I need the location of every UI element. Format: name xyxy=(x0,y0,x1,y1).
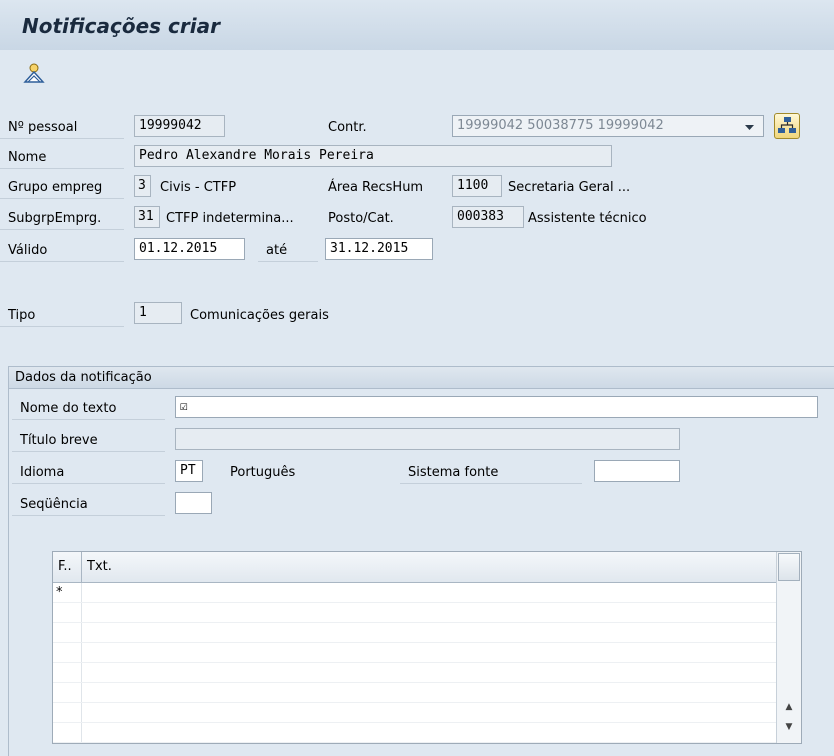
area-text: Secretaria Geral ... xyxy=(508,180,631,195)
contr-label: Contr. xyxy=(328,120,367,135)
titulo-field[interactable] xyxy=(175,428,680,450)
table-cell[interactable]: * xyxy=(53,583,82,602)
sistema-field[interactable] xyxy=(594,460,680,482)
contr-dropdown[interactable]: 19999042 50038775 19999042 xyxy=(452,115,764,137)
table-cell[interactable] xyxy=(53,703,82,722)
idioma-label: Idioma xyxy=(12,462,165,484)
scroll-thumb[interactable] xyxy=(778,553,800,581)
table-row[interactable] xyxy=(53,623,777,643)
table-row[interactable] xyxy=(53,663,777,683)
chevron-down-icon[interactable] xyxy=(737,117,762,137)
area-label: Área RecsHum xyxy=(328,180,424,195)
table-cell[interactable] xyxy=(53,723,82,742)
vertical-scrollbar[interactable]: ▲ ▼ xyxy=(776,552,801,743)
pessoal-label: Nº pessoal xyxy=(0,117,124,139)
table-cell[interactable] xyxy=(53,643,82,662)
nome-label: Nome xyxy=(0,147,124,169)
table-row[interactable] xyxy=(53,703,777,723)
page-title: Notificações criar xyxy=(22,14,220,38)
sistema-label: Sistema fonte xyxy=(400,462,582,484)
table-cell[interactable] xyxy=(53,683,82,702)
valido-to-label: até xyxy=(258,240,318,262)
hierarchy-icon[interactable] xyxy=(774,113,800,139)
nome-texto-label: Nome do texto xyxy=(12,398,165,420)
title-bar: Notificações criar xyxy=(0,0,834,50)
tipo-text: Comunicações gerais xyxy=(190,308,329,323)
table-row[interactable] xyxy=(53,723,777,743)
posto-code-field[interactable]: 000383 xyxy=(452,206,524,228)
text-table: F.. Txt. * ▲ ▼ xyxy=(52,551,802,744)
column-header-txt[interactable]: Txt. xyxy=(82,552,112,582)
titulo-label: Título breve xyxy=(12,430,165,452)
table-row[interactable] xyxy=(53,683,777,703)
table-cell[interactable] xyxy=(53,663,82,682)
scroll-down-icon[interactable]: ▼ xyxy=(777,718,801,736)
pessoal-field[interactable]: 19999042 xyxy=(134,115,225,137)
table-header: F.. Txt. xyxy=(53,552,777,583)
sequencia-label: Seqüência xyxy=(12,494,165,516)
table-row[interactable]: * xyxy=(53,583,777,603)
tipo-code-field[interactable]: 1 xyxy=(134,302,182,324)
subgrp-label: SubgrpEmprg. xyxy=(0,208,124,230)
nome-texto-field[interactable]: ☑ xyxy=(175,396,818,418)
sequencia-field[interactable] xyxy=(175,492,212,514)
table-cell[interactable] xyxy=(53,623,82,642)
idioma-text: Português xyxy=(230,465,296,480)
valido-to-field[interactable]: 31.12.2015 xyxy=(325,238,433,260)
tipo-label: Tipo xyxy=(0,305,124,327)
grupo-label: Grupo empreg xyxy=(0,177,124,199)
group-title: Dados da notificação xyxy=(9,367,834,389)
scroll-up-icon[interactable]: ▲ xyxy=(777,698,801,716)
nome-field[interactable]: Pedro Alexandre Morais Pereira xyxy=(134,145,612,167)
table-row[interactable] xyxy=(53,603,777,623)
table-row[interactable] xyxy=(53,643,777,663)
posto-label: Posto/Cat. xyxy=(328,211,394,226)
area-code-field[interactable]: 1100 xyxy=(452,175,502,197)
subgrp-code-field[interactable]: 31 xyxy=(134,206,160,228)
column-header-f[interactable]: F.. xyxy=(53,552,82,582)
grupo-text: Civis - CTFP xyxy=(160,180,237,195)
posto-text: Assistente técnico xyxy=(528,211,647,226)
subgrp-text: CTFP indetermina... xyxy=(166,211,294,226)
application-toolbar xyxy=(0,50,834,103)
user-icon[interactable] xyxy=(22,61,46,85)
idioma-field[interactable]: PT xyxy=(175,460,203,482)
grupo-code-field[interactable]: 3 xyxy=(134,175,151,197)
valido-label: Válido xyxy=(0,240,124,262)
valido-from-field[interactable]: 01.12.2015 xyxy=(134,238,245,260)
table-cell[interactable] xyxy=(53,603,82,622)
